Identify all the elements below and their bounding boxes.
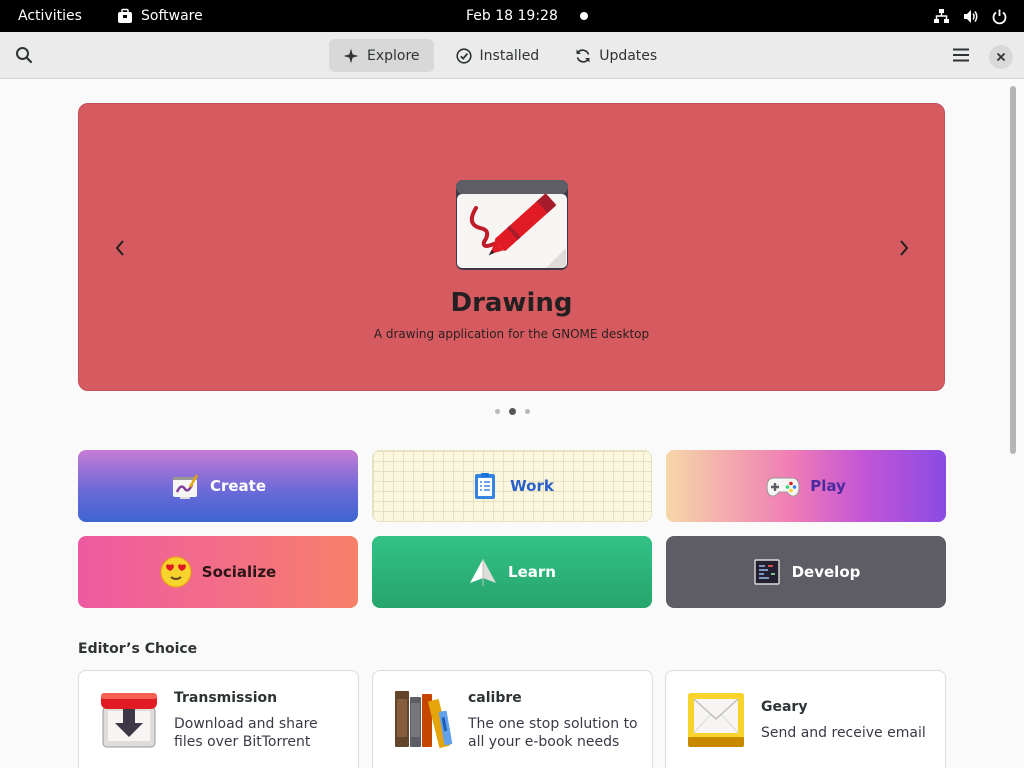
- category-develop[interactable]: Develop: [666, 536, 946, 608]
- category-label: Work: [510, 477, 554, 495]
- category-play[interactable]: Play: [666, 450, 946, 522]
- carousel-next-button[interactable]: [892, 236, 916, 260]
- explore-icon: [343, 48, 359, 63]
- gamepad-icon: [766, 477, 800, 497]
- category-socialize[interactable]: Socialize: [78, 536, 358, 608]
- main-menu-button[interactable]: [947, 41, 975, 69]
- paper-plane-icon: [470, 559, 497, 586]
- search-button[interactable]: [10, 41, 38, 69]
- app-name: Geary: [761, 699, 808, 715]
- app-name-label: Software: [141, 8, 203, 24]
- drawing-app-icon: [456, 180, 568, 270]
- refresh-icon: [576, 48, 590, 63]
- category-label: Play: [810, 477, 846, 495]
- app-menu[interactable]: Software: [117, 0, 203, 32]
- tab-updates[interactable]: Updates: [561, 39, 671, 72]
- top-bar: Activities Software Feb 18 19:28: [0, 0, 1024, 32]
- tab-label: Installed: [479, 47, 540, 64]
- category-label: Socialize: [201, 563, 277, 581]
- app-card-geary[interactable]: Geary Send and receive email: [665, 670, 946, 768]
- geary-mail-icon: [688, 693, 744, 747]
- heart-eyes-emoji-icon: [160, 556, 192, 588]
- chevron-right-icon: [900, 240, 909, 256]
- search-icon: [16, 47, 33, 64]
- tab-explore[interactable]: Explore: [329, 39, 434, 72]
- carousel-dot[interactable]: [525, 409, 530, 414]
- app-description: Download and share files over BitTorrent: [174, 716, 318, 750]
- carousel-indicator: [495, 408, 530, 415]
- software-bag-icon: [118, 8, 132, 23]
- category-work[interactable]: Work: [372, 450, 652, 522]
- activities-button[interactable]: Activities: [18, 0, 82, 32]
- tab-installed[interactable]: Installed: [442, 39, 554, 72]
- category-label: Learn: [508, 563, 556, 581]
- hamburger-menu-icon: [953, 48, 969, 62]
- app-description: The one stop solution to all your e-book…: [468, 716, 638, 750]
- app-card-transmission[interactable]: Transmission Download and share files ov…: [78, 670, 359, 768]
- app-name: calibre: [468, 690, 522, 706]
- app-card-calibre[interactable]: calibre The one stop solution to all you…: [372, 670, 653, 768]
- work-icon: [475, 473, 496, 499]
- system-menu[interactable]: [933, 0, 1008, 32]
- category-label: Create: [209, 477, 267, 495]
- close-window-button[interactable]: [989, 45, 1013, 69]
- category-create[interactable]: Create: [78, 450, 358, 522]
- calibre-books-icon: [395, 691, 453, 748]
- clock[interactable]: Feb 18 19:28: [466, 0, 558, 32]
- view-switcher: Explore Installed Updates: [329, 39, 679, 72]
- tab-label: Updates: [599, 47, 658, 64]
- volume-icon: [962, 8, 979, 25]
- app-description: Send and receive email: [761, 725, 926, 741]
- carousel-dot-active[interactable]: [509, 408, 516, 415]
- network-wired-icon: [933, 8, 950, 25]
- terminal-icon: [753, 559, 780, 585]
- app-name: Transmission: [174, 690, 278, 706]
- featured-app-title: Drawing: [450, 288, 573, 318]
- carousel-previous-button[interactable]: [108, 236, 132, 260]
- tab-label: Explore: [367, 47, 420, 64]
- header-bar: Explore Installed Updates: [0, 32, 1024, 79]
- create-icon: [172, 474, 199, 499]
- carousel-dot[interactable]: [495, 409, 500, 414]
- chevron-left-icon: [115, 240, 124, 256]
- close-icon: [996, 52, 1006, 62]
- transmission-icon: [101, 693, 157, 748]
- category-learn[interactable]: Learn: [372, 536, 652, 608]
- notification-dot-icon: [580, 12, 588, 20]
- check-circle-icon: [455, 47, 472, 64]
- section-heading: Editor’s Choice: [78, 641, 198, 657]
- category-label: Develop: [791, 563, 861, 581]
- vertical-scrollbar[interactable]: [1010, 86, 1016, 454]
- featured-app-subtitle: A drawing application for the GNOME desk…: [373, 327, 650, 341]
- power-icon: [991, 8, 1008, 25]
- featured-carousel[interactable]: Drawing A drawing application for the GN…: [78, 103, 945, 391]
